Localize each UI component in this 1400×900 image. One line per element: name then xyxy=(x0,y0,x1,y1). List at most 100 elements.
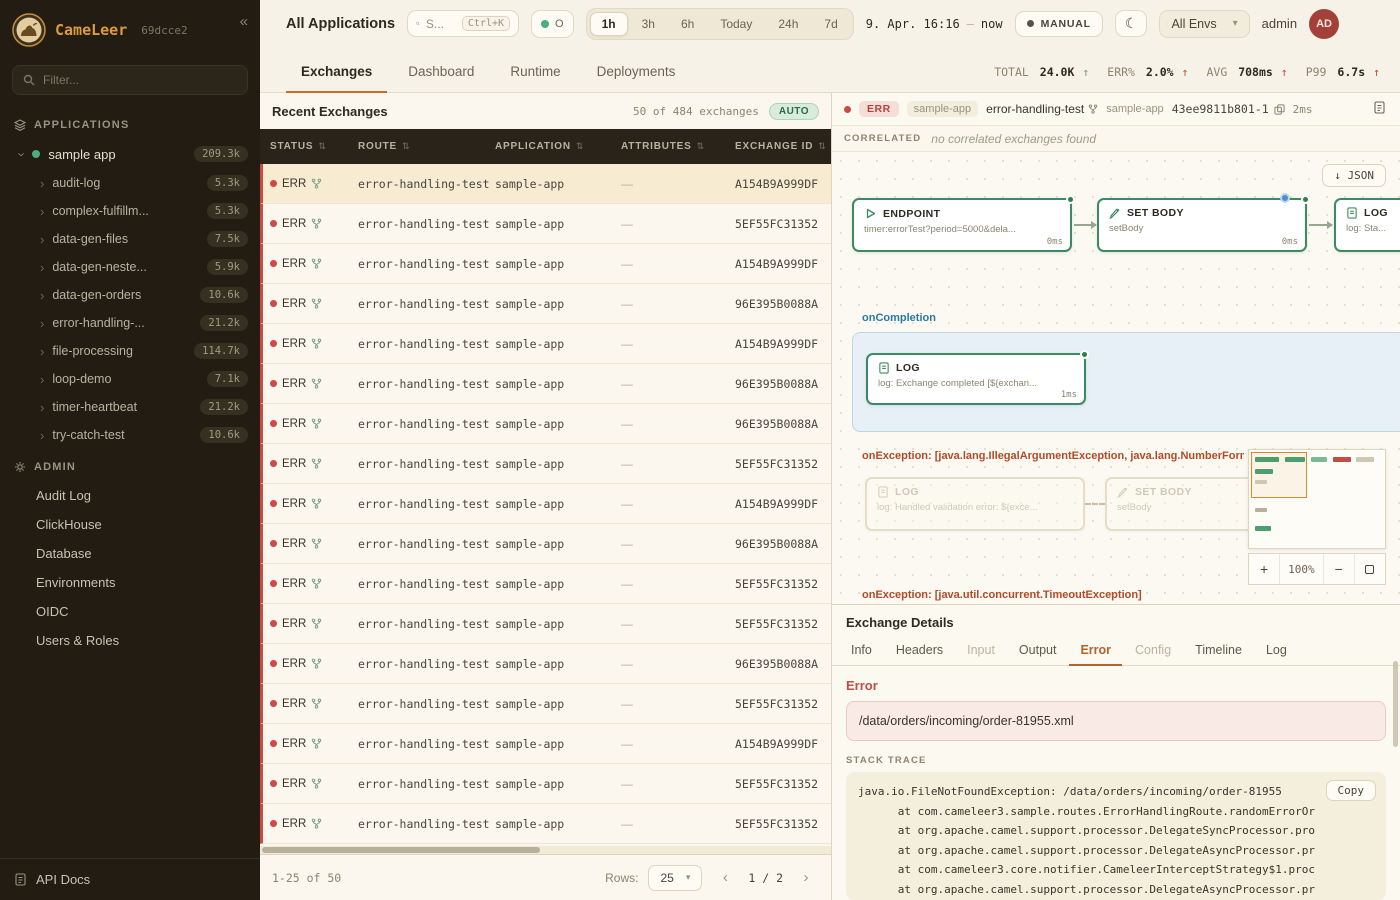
exchange-row[interactable]: ERR error-handling-test sample-app — 96E… xyxy=(260,284,831,324)
application-cell: sample-app xyxy=(495,257,621,271)
details-tab[interactable]: Config xyxy=(1124,636,1182,666)
copy-button[interactable]: Copy xyxy=(1326,780,1377,801)
route-node-exception-log[interactable]: LOG log: Handled validation error: ${exc… xyxy=(865,477,1085,531)
sidebar-admin-item[interactable]: OIDC xyxy=(0,597,260,626)
exchange-row[interactable]: ERR error-handling-test sample-app — A15… xyxy=(260,724,831,764)
column-label: APPLICATION xyxy=(495,141,571,152)
open-document-button[interactable] xyxy=(1371,99,1388,119)
exchange-row[interactable]: ERR error-handling-test sample-app — A15… xyxy=(260,164,831,204)
sidebar-route-item[interactable]: audit-log 5.3k xyxy=(0,169,260,197)
exchange-row[interactable]: ERR error-handling-test sample-app — 5EF… xyxy=(260,604,831,644)
live-indicator-toggle[interactable]: O xyxy=(531,10,574,38)
zoom-fit-button[interactable] xyxy=(1355,554,1385,584)
sidebar-route-item[interactable]: complex-fulfillm... 5.3k xyxy=(0,197,260,225)
exchange-id[interactable]: 43ee9811b801-1 xyxy=(1172,102,1285,116)
copy-icon[interactable] xyxy=(1274,104,1285,115)
next-page-button[interactable]: › xyxy=(793,865,819,891)
route-node-completion-log[interactable]: LOG log: Exchange completed [${exchan...… xyxy=(866,353,1086,405)
route-node-endpoint[interactable]: ENDPOINT timer:errorTest?period=5000&del… xyxy=(852,198,1072,252)
column-header[interactable]: ATTRIBUTES ⇅ xyxy=(621,141,735,152)
sidebar-admin-item[interactable]: Users & Roles xyxy=(0,626,260,655)
details-tab[interactable]: Info xyxy=(840,636,883,666)
sidebar-filter-input[interactable] xyxy=(43,73,237,87)
nav-tab[interactable]: Dashboard xyxy=(393,52,489,93)
vertical-scrollbar-thumb[interactable] xyxy=(1393,661,1398,747)
sidebar-admin-item[interactable]: Database xyxy=(0,539,260,568)
global-search-input[interactable] xyxy=(426,17,456,31)
sidebar-app-sample-app[interactable]: sample app 209.3k xyxy=(0,139,260,169)
stack-trace-line: at org.apache.camel.support.processor.De… xyxy=(858,821,1374,841)
rows-per-page-select[interactable]: 25 xyxy=(648,865,702,891)
exchange-row[interactable]: ERR error-handling-test sample-app — 96E… xyxy=(260,644,831,684)
route-diagram[interactable]: ↓ JSON ENDPOINT timer:errorTest?period=5… xyxy=(832,152,1400,604)
exchange-row[interactable]: ERR error-handling-test sample-app — 96E… xyxy=(260,404,831,444)
dark-mode-toggle[interactable]: ☾ xyxy=(1115,10,1148,37)
sidebar-api-docs[interactable]: API Docs xyxy=(0,858,260,900)
column-header[interactable]: ROUTE ⇅ xyxy=(358,141,495,152)
time-range-button[interactable]: 3h xyxy=(630,12,667,36)
nav-tab[interactable]: Deployments xyxy=(582,52,691,93)
sidebar-route-item[interactable]: try-catch-test 10.6k xyxy=(0,421,260,449)
exchange-row[interactable]: ERR error-handling-test sample-app — 5EF… xyxy=(260,444,831,484)
time-range-button[interactable]: 7d xyxy=(812,12,849,36)
status-badge: ERR xyxy=(859,101,899,117)
download-json-button[interactable]: ↓ JSON xyxy=(1322,164,1386,187)
exchange-row[interactable]: ERR error-handling-test sample-app — 5EF… xyxy=(260,764,831,804)
route-node-setbody[interactable]: SET BODY setBody 0ms xyxy=(1097,198,1307,252)
time-range-button[interactable]: 1h xyxy=(590,12,628,36)
chevron-right-icon xyxy=(40,400,44,415)
sidebar-route-item[interactable]: data-gen-neste... 5.9k xyxy=(0,253,260,281)
column-header[interactable]: STATUS ⇅ xyxy=(270,141,358,152)
environment-selector[interactable]: All Envs xyxy=(1159,10,1249,38)
route-name[interactable]: error-handling-test xyxy=(986,102,1098,116)
global-search[interactable]: Ctrl+K xyxy=(407,10,519,37)
time-range-button[interactable]: Today xyxy=(708,12,764,36)
exchange-row[interactable]: ERR error-handling-test sample-app — 96E… xyxy=(260,524,831,564)
nav-tab[interactable]: Exchanges xyxy=(286,52,387,93)
details-tab[interactable]: Log xyxy=(1255,636,1298,666)
route-minimap[interactable] xyxy=(1248,449,1386,549)
sidebar-route-item[interactable]: data-gen-files 7.5k xyxy=(0,225,260,253)
chevron-right-icon xyxy=(40,316,44,331)
column-header[interactable]: EXCHANGE ID ⇅ xyxy=(735,141,831,152)
sidebar-admin-item[interactable]: ClickHouse xyxy=(0,510,260,539)
sidebar-route-item[interactable]: loop-demo 7.1k xyxy=(0,365,260,393)
details-tab[interactable]: Error xyxy=(1069,636,1122,666)
sidebar-route-item[interactable]: file-processing 114.7k xyxy=(0,337,260,365)
details-tab[interactable]: Input xyxy=(956,636,1006,666)
sidebar-route-item[interactable]: data-gen-orders 10.6k xyxy=(0,281,260,309)
prev-page-button[interactable]: ‹ xyxy=(712,865,738,891)
sidebar-collapse-button[interactable]: « xyxy=(240,13,248,30)
nav-tab[interactable]: Runtime xyxy=(495,52,575,93)
zoom-in-button[interactable]: + xyxy=(1249,554,1280,584)
exchange-row[interactable]: ERR error-handling-test sample-app — A15… xyxy=(260,244,831,284)
exchange-row[interactable]: ERR error-handling-test sample-app — A15… xyxy=(260,484,831,524)
route-node-log[interactable]: LOG log: Sta... xyxy=(1334,198,1400,252)
time-range-button[interactable]: 24h xyxy=(766,12,810,36)
auto-refresh-badge[interactable]: AUTO xyxy=(769,103,819,120)
column-label: STATUS xyxy=(270,141,313,152)
avatar[interactable]: AD xyxy=(1309,9,1339,39)
time-range-button[interactable]: 6h xyxy=(669,12,706,36)
zoom-out-button[interactable]: − xyxy=(1324,554,1355,584)
manual-refresh-button[interactable]: MANUAL xyxy=(1015,11,1103,37)
sidebar-route-item[interactable]: timer-heartbeat 21.2k xyxy=(0,393,260,421)
exchange-row[interactable]: ERR error-handling-test sample-app — 96E… xyxy=(260,364,831,404)
exchange-row[interactable]: ERR error-handling-test sample-app — 5EF… xyxy=(260,204,831,244)
sidebar-route-item[interactable]: error-handling-... 21.2k xyxy=(0,309,260,337)
details-tab[interactable]: Headers xyxy=(885,636,954,666)
app-name-label: sample app xyxy=(48,147,115,162)
exchange-row[interactable]: ERR error-handling-test sample-app — 5EF… xyxy=(260,564,831,604)
details-tab[interactable]: Timeline xyxy=(1184,636,1253,666)
exchange-row[interactable]: ERR error-handling-test sample-app — A15… xyxy=(260,324,831,364)
sidebar-admin-item[interactable]: Environments xyxy=(0,568,260,597)
sidebar-admin-item[interactable]: Audit Log xyxy=(0,481,260,510)
column-header[interactable]: APPLICATION ⇅ xyxy=(495,141,621,152)
exchange-row[interactable]: ERR error-handling-test sample-app — 5EF… xyxy=(260,684,831,724)
date-range-picker[interactable]: 9. Apr. 16:16 — now xyxy=(866,17,1003,31)
horizontal-scrollbar-thumb[interactable] xyxy=(262,847,540,853)
details-tab[interactable]: Output xyxy=(1008,636,1068,666)
status-cell: ERR xyxy=(270,738,358,750)
node-time: 0ms xyxy=(1047,237,1063,247)
exchange-row[interactable]: ERR error-handling-test sample-app — 5EF… xyxy=(260,804,831,844)
